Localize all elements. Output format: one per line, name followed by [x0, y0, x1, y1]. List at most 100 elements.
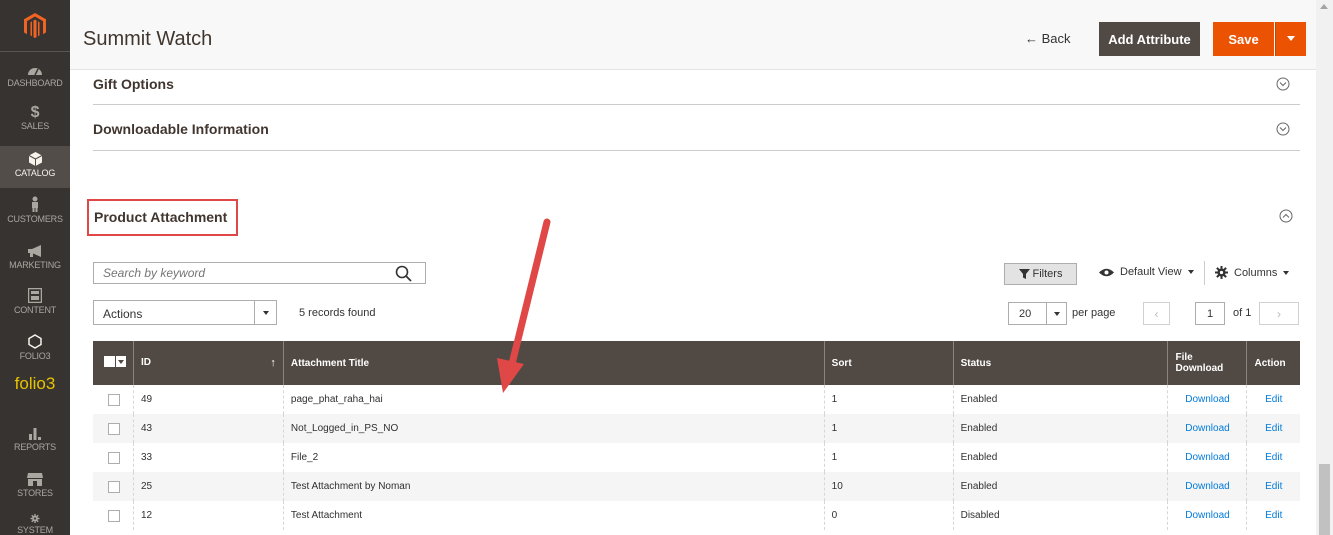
sort-cell: 1: [823, 385, 954, 414]
sidebar-item-marketing[interactable]: MARKETING: [0, 240, 70, 282]
save-button[interactable]: Save: [1213, 22, 1274, 56]
brand-text: folio3: [14, 374, 56, 393]
filters-button[interactable]: Filters: [1004, 263, 1077, 285]
section-downloadable-information[interactable]: Downloadable Information: [93, 105, 1300, 151]
default-view-dropdown[interactable]: Default View: [1099, 266, 1194, 278]
id-cell: 12: [133, 501, 284, 530]
status-cell: Enabled: [952, 414, 1168, 443]
edit-link[interactable]: Edit: [1246, 385, 1300, 414]
section-product-attachment-title[interactable]: Product Attachment: [94, 209, 227, 225]
section-gift-options[interactable]: Gift Options: [93, 70, 1300, 105]
row-checkbox[interactable]: [108, 393, 120, 406]
download-link[interactable]: Download: [1167, 385, 1247, 414]
sidebar-item-label: STORES: [17, 488, 53, 498]
edit-link[interactable]: Edit: [1246, 501, 1300, 530]
per-page-label: per page: [1072, 307, 1116, 319]
column-header-action[interactable]: Action: [1246, 341, 1300, 385]
column-header-attachment-title[interactable]: Attachment Title: [282, 341, 825, 385]
title-cell: Test Attachment: [282, 501, 825, 530]
edit-link[interactable]: Edit: [1246, 443, 1300, 472]
edit-link[interactable]: Edit: [1246, 414, 1300, 443]
dollar-icon: $: [30, 104, 40, 121]
sidebar-item-folio3[interactable]: FOLIO3: [0, 332, 70, 372]
current-page-input[interactable]: 1: [1195, 302, 1225, 325]
chevron-left-icon: ‹: [1154, 306, 1159, 321]
table-row: 25 Test Attachment by Noman 10 Enabled D…: [93, 472, 1300, 501]
megaphone-icon: [28, 245, 41, 257]
expand-circle-icon[interactable]: [1276, 77, 1290, 91]
store-icon: [27, 473, 43, 486]
sidebar-item-dashboard[interactable]: DASHBOARD: [0, 58, 70, 98]
filters-label: Filters: [1032, 268, 1063, 280]
sidebar-item-reports[interactable]: REPORTS: [0, 422, 70, 464]
chevron-down-icon: [1187, 270, 1194, 274]
table-row: 33 File_2 1 Enabled Download Edit: [93, 443, 1300, 472]
records-found-count: 5 records found: [299, 307, 376, 319]
cube-icon: [28, 152, 42, 166]
collapse-circle-icon[interactable]: [1279, 209, 1293, 223]
row-select-cell: [93, 414, 134, 443]
next-page-button[interactable]: ›: [1259, 302, 1299, 325]
status-cell: Disabled: [952, 501, 1168, 530]
person-icon: [32, 196, 38, 212]
chevron-down-icon: [262, 310, 269, 315]
row-checkbox[interactable]: [108, 451, 120, 464]
column-header-sort[interactable]: Sort: [823, 341, 954, 385]
save-dropdown-button[interactable]: [1275, 22, 1306, 56]
scrollbar-thumb[interactable]: [1319, 464, 1330, 535]
chevron-down-icon: [118, 359, 124, 364]
add-attribute-button[interactable]: Add Attribute: [1099, 22, 1200, 56]
row-checkbox[interactable]: [108, 509, 120, 522]
previous-page-button[interactable]: ‹: [1143, 302, 1170, 325]
sidebar-item-stores[interactable]: STORES: [0, 468, 70, 510]
column-header-label: File Download: [1175, 352, 1224, 374]
search-icon[interactable]: [395, 265, 412, 282]
expand-circle-icon[interactable]: [1276, 122, 1290, 136]
chevron-down-icon: [1287, 36, 1295, 41]
sidebar-item-system[interactable]: SYSTEM: [0, 512, 70, 535]
sidebar-item-label: MARKETING: [9, 260, 61, 270]
column-header-id[interactable]: ID ↑: [133, 341, 284, 385]
magento-logo-icon: [24, 12, 46, 38]
sidebar-item-label: CUSTOMERS: [7, 214, 63, 224]
download-link[interactable]: Download: [1167, 443, 1247, 472]
dashboard-icon: [28, 68, 42, 76]
download-link[interactable]: Download: [1167, 501, 1247, 530]
checkbox-box: [104, 356, 115, 367]
mass-select-dropdown[interactable]: [116, 356, 126, 367]
sidebar-item-label: SYSTEM: [17, 525, 53, 535]
mass-select-checkbox[interactable]: [104, 356, 126, 367]
row-checkbox[interactable]: [108, 480, 120, 493]
sidebar-item-catalog[interactable]: CATALOG: [0, 146, 70, 188]
columns-dropdown[interactable]: Columns: [1215, 266, 1290, 279]
grid-header-row: ID ↑ Attachment Title Sort Status File Do…: [93, 341, 1300, 385]
download-link[interactable]: Download: [1167, 472, 1247, 501]
section-title: Downloadable Information: [93, 121, 269, 137]
title-cell: File_2: [282, 443, 825, 472]
magento-logo[interactable]: [0, 0, 70, 52]
back-button[interactable]: ← Back: [1025, 31, 1071, 46]
mass-select-header[interactable]: [93, 341, 134, 385]
per-page-select[interactable]: 20: [1008, 302, 1067, 325]
edit-link[interactable]: Edit: [1246, 472, 1300, 501]
column-header-file-download[interactable]: File Download: [1167, 341, 1247, 385]
page-header: Summit Watch ← Back Add Attribute Save: [70, 0, 1316, 70]
column-header-label: Action: [1254, 357, 1286, 369]
sidebar-item-sales[interactable]: $ SALES: [0, 102, 70, 142]
sort-cell: 0: [823, 501, 954, 530]
page-scrollbar[interactable]: [1316, 0, 1333, 535]
title-cell: Test Attachment by Noman: [282, 472, 825, 501]
row-checkbox[interactable]: [108, 422, 120, 435]
status-cell: Enabled: [952, 472, 1168, 501]
sidebar-item-content[interactable]: CONTENT: [0, 286, 70, 328]
scroll-up-arrow-icon[interactable]: [1320, 4, 1328, 9]
columns-label: Columns: [1234, 266, 1278, 279]
sidebar-item-customers[interactable]: CUSTOMERS: [0, 192, 70, 234]
gear-icon: [30, 514, 40, 523]
default-view-label: Default View: [1120, 266, 1182, 278]
column-header-label: ID: [141, 357, 151, 368]
actions-select[interactable]: Actions: [93, 300, 277, 325]
download-link[interactable]: Download: [1167, 414, 1247, 443]
search-input[interactable]: [94, 263, 384, 283]
column-header-status[interactable]: Status: [952, 341, 1168, 385]
